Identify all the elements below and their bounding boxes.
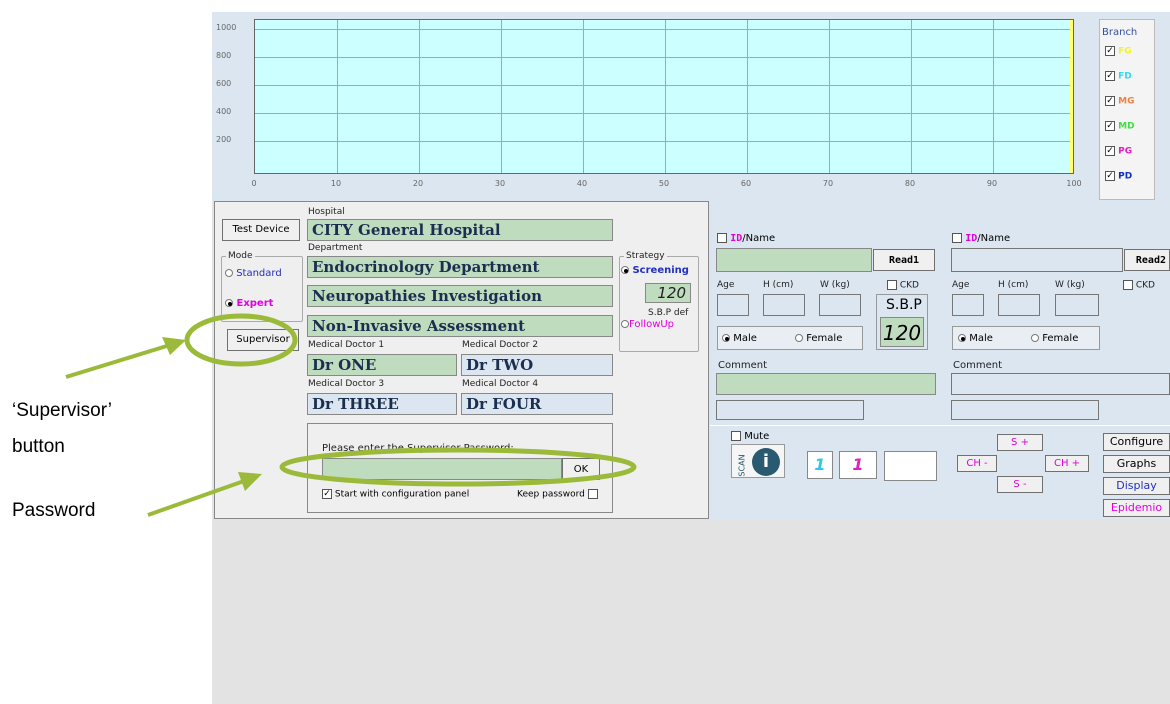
supervisor-highlight-ellipse — [184, 313, 298, 367]
supervisor-annotation-line2: button — [12, 436, 65, 457]
password-highlight-ellipse — [279, 447, 637, 487]
password-annotation: Password — [12, 500, 96, 521]
annotation-overlay — [65, 313, 637, 517]
supervisor-annotation-line1: ‘Supervisor’ — [12, 400, 112, 421]
supervisor-arrow — [65, 343, 171, 379]
password-arrow — [147, 479, 245, 517]
password-arrowhead — [238, 472, 262, 491]
